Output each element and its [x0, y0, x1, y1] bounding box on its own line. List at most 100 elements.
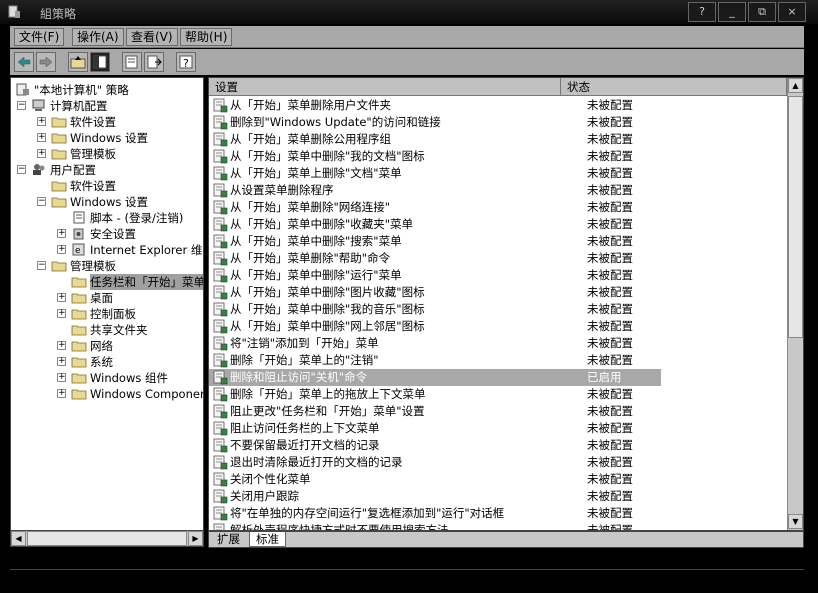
expand-icon[interactable]: + [57, 357, 66, 366]
table-row[interactable]: 关闭用户跟踪 未被配置 [209, 488, 661, 505]
tree-item[interactable]: + Windows Components [11, 386, 203, 402]
table-row[interactable]: 从「开始」菜单上删除"文档"菜单 未被配置 [209, 165, 661, 182]
expand-icon[interactable]: + [57, 341, 66, 350]
menu-file[interactable]: 文件(F) [14, 28, 65, 46]
column-header-status[interactable]: 状态 [561, 78, 787, 96]
expand-icon[interactable]: + [57, 245, 66, 254]
expand-icon[interactable]: + [37, 117, 46, 126]
tree-item-label: 管理模板 [70, 147, 116, 161]
folder-up-icon[interactable] [68, 52, 88, 72]
minimize-button[interactable]: _ [718, 2, 746, 22]
column-header-setting[interactable]: 设置 [209, 78, 561, 96]
tree-item[interactable]: 软件设置 [11, 178, 203, 194]
tree-item[interactable]: + 控制面板 [11, 306, 203, 322]
setting-name: 将"注销"添加到「开始」菜单 [230, 336, 379, 350]
table-row[interactable]: 从「开始」菜单删除"帮助"命令 未被配置 [209, 250, 661, 267]
expand-icon[interactable]: + [37, 149, 46, 158]
expand-icon[interactable]: + [57, 373, 66, 382]
scroll-left-icon[interactable]: ◀ [11, 531, 26, 546]
help-title-button[interactable]: ? [688, 2, 716, 22]
table-row[interactable]: 从「开始」菜单删除"网络连接" 未被配置 [209, 199, 661, 216]
forward-arrow-icon[interactable] [36, 52, 56, 72]
collapse-icon[interactable]: − [37, 261, 46, 270]
table-row[interactable]: 从「开始」菜单中删除"搜索"菜单 未被配置 [209, 233, 661, 250]
table-row[interactable]: 从「开始」菜单中删除"图片收藏"图标 未被配置 [209, 284, 661, 301]
expand-icon[interactable]: + [57, 229, 66, 238]
table-row[interactable]: 从「开始」菜单中删除"网上邻居"图标 未被配置 [209, 318, 661, 335]
tab-standard[interactable]: 标准 [249, 532, 286, 547]
tree-item[interactable]: + 安全设置 [11, 226, 203, 242]
table-row[interactable]: 删除和阻止访问"关机"命令 已启用 [209, 369, 661, 386]
tree-item[interactable]: "本地计算机" 策略 [11, 82, 203, 98]
tree-item[interactable]: + Windows 设置 [11, 130, 203, 146]
tree-item[interactable]: + e Internet Explorer 维护 [11, 242, 203, 258]
scroll-thumb[interactable] [27, 531, 187, 546]
table-row[interactable]: 从「开始」菜单删除用户文件夹 未被配置 [209, 97, 661, 114]
tree-item[interactable]: + Windows 组件 [11, 370, 203, 386]
setting-status: 未被配置 [587, 200, 633, 214]
tree-item[interactable]: − Windows 设置 [11, 194, 203, 210]
tree-item[interactable]: + 网络 [11, 338, 203, 354]
table-row[interactable]: 删除到"Windows Update"的访问和链接 未被配置 [209, 114, 661, 131]
folder-icon [71, 325, 87, 336]
tree-item[interactable]: 脚本 - (登录/注销) [11, 210, 203, 226]
table-row[interactable]: 阻止更改"任务栏和「开始」菜单"设置 未被配置 [209, 403, 661, 420]
users-icon [33, 164, 45, 175]
tree-item[interactable]: − 用户配置 [11, 162, 203, 178]
tree-item[interactable]: 共享文件夹 [11, 322, 203, 338]
scroll-down-icon[interactable]: ▼ [788, 514, 803, 529]
scroll-up-icon[interactable]: ▲ [788, 78, 803, 93]
list-vertical-scrollbar[interactable]: ▲ ▼ [787, 78, 803, 530]
table-row[interactable]: 从设置菜单删除程序 未被配置 [209, 182, 661, 199]
tree-item[interactable]: + 管理模板 [11, 146, 203, 162]
menu-view[interactable]: 查看(V) [126, 28, 178, 46]
setting-name: 从设置菜单删除程序 [230, 183, 334, 197]
console-tree-icon[interactable] [90, 52, 110, 72]
table-row[interactable]: 从「开始」菜单中删除"收藏夹"菜单 未被配置 [209, 216, 661, 233]
menu-action[interactable]: 操作(A) [72, 28, 124, 46]
close-button[interactable]: × [778, 2, 806, 22]
policy-setting-icon [213, 438, 228, 453]
tree-horizontal-scrollbar[interactable]: ◀ ▶ [10, 530, 204, 547]
help-icon[interactable]: ? [176, 52, 196, 72]
export-list-icon[interactable] [144, 52, 164, 72]
maximize-button[interactable]: ⧉ [748, 2, 776, 22]
table-row[interactable]: 删除「开始」菜单上的"注销" 未被配置 [209, 352, 661, 369]
table-row[interactable]: 删除「开始」菜单上的拖放上下文菜单 未被配置 [209, 386, 661, 403]
table-row[interactable]: 关闭个性化菜单 未被配置 [209, 471, 661, 488]
tree-item[interactable]: 任务栏和「开始」菜单 [11, 274, 203, 290]
menu-help[interactable]: 帮助(H) [180, 28, 233, 46]
tab-extended[interactable]: 扩展 [211, 532, 246, 547]
table-row[interactable]: 从「开始」菜单中删除"我的文档"图标 未被配置 [209, 148, 661, 165]
table-row[interactable]: 从「开始」菜单删除公用程序组 未被配置 [209, 131, 661, 148]
tree-item[interactable]: + 桌面 [11, 290, 203, 306]
table-row[interactable]: 退出时清除最近打开的文档的记录 未被配置 [209, 454, 661, 471]
table-row[interactable]: 从「开始」菜单中删除"我的音乐"图标 未被配置 [209, 301, 661, 318]
table-row[interactable]: 解析外壳程序快捷方式时不要使用搜索方法 未被配置 [209, 522, 661, 530]
table-row[interactable]: 将"在单独的内存空间运行"复选框添加到"运行"对话框 未被配置 [209, 505, 661, 522]
console-tree[interactable]: "本地计算机" 策略 − 计算机配置 + 软件设置 + Windows 设置 + 管理模板 − 用户… [10, 77, 204, 547]
tree-item[interactable]: + 软件设置 [11, 114, 203, 130]
table-row[interactable]: 不要保留最近打开文档的记录 未被配置 [209, 437, 661, 454]
properties-icon[interactable] [122, 52, 142, 72]
expand-icon[interactable]: + [37, 133, 46, 142]
expand-icon[interactable]: + [57, 389, 66, 398]
tree-item[interactable]: + 系统 [11, 354, 203, 370]
expand-icon[interactable]: + [57, 309, 66, 318]
collapse-icon[interactable]: − [17, 101, 26, 110]
expand-icon[interactable]: + [57, 293, 66, 302]
scroll-right-icon[interactable]: ▶ [188, 531, 203, 546]
table-row[interactable]: 阻止访问任务栏的上下文菜单 未被配置 [209, 420, 661, 437]
scroll-thumb[interactable] [788, 96, 803, 338]
table-row[interactable]: 从「开始」菜单中删除"运行"菜单 未被配置 [209, 267, 661, 284]
tree-item[interactable]: − 管理模板 [11, 258, 203, 274]
folder-icon [51, 117, 67, 128]
collapse-icon[interactable]: − [37, 197, 46, 206]
policy-setting-icon [213, 353, 228, 368]
toolbar: ? [10, 49, 804, 75]
policy-setting-icon [213, 387, 228, 402]
back-arrow-icon[interactable] [14, 52, 34, 72]
collapse-icon[interactable]: − [17, 165, 26, 174]
tree-item[interactable]: − 计算机配置 [11, 98, 203, 114]
table-row[interactable]: 将"注销"添加到「开始」菜单 未被配置 [209, 335, 661, 352]
